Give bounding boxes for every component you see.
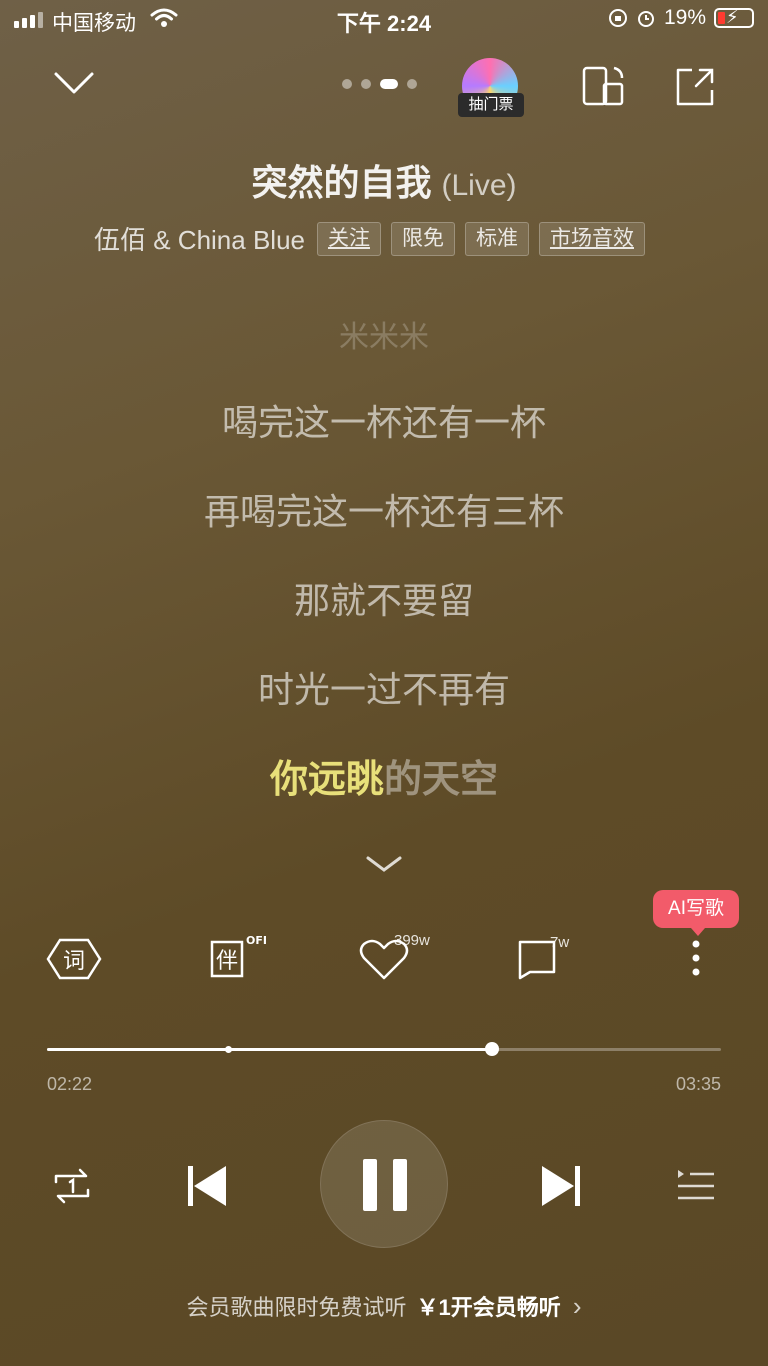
lyric-line[interactable]: 喝完这一杯还有一杯 [0, 394, 768, 446]
lyric-line-prev: 米米米 [339, 321, 429, 354]
like-button[interactable]: 399w [356, 932, 446, 986]
promo-cta[interactable]: ￥1开会员畅听 [416, 1295, 560, 1320]
lyrics-toggle-button[interactable]: 词 [44, 932, 104, 986]
ai-write-song-badge[interactable]: AI写歌 [653, 890, 739, 936]
more-button[interactable] [666, 932, 726, 986]
page-dot [361, 79, 371, 89]
vip-promo[interactable]: 会员歌曲限时免费试听 ￥1开会员畅听 › [0, 1290, 768, 1322]
progress-marker [225, 1046, 232, 1053]
pause-button[interactable] [320, 1120, 448, 1248]
next-icon[interactable] [534, 1158, 590, 1214]
ticket-badge[interactable]: 抽门票 [458, 93, 524, 117]
repeat-one-icon[interactable] [44, 1158, 100, 1214]
accompany-state: OFF [246, 934, 266, 947]
progress-fill [47, 1048, 492, 1051]
song-title: 突然的自我 (Live) [0, 154, 768, 206]
sound-effect-tag[interactable]: 市场音效 [538, 221, 645, 256]
share-icon[interactable] [670, 62, 720, 112]
song-version: (Live) [441, 169, 517, 202]
playlist-icon[interactable] [668, 1158, 724, 1214]
follow-tag[interactable]: 关注 [316, 221, 381, 256]
lyric-unsung: 的天空 [384, 759, 499, 801]
alarm-icon [637, 11, 654, 27]
accompany-icon: 伴 OFF [210, 934, 270, 978]
lyric-line[interactable]: 那就不要留 [0, 572, 768, 624]
song-title-text: 突然的自我 [251, 162, 432, 203]
status-bar: 中国移动 下午 2:24 19% ⚡ [0, 0, 768, 40]
lyrics-icon-label: 词 [63, 949, 85, 974]
collapse-chevron-icon[interactable] [52, 66, 96, 102]
progress-knob[interactable] [485, 1042, 499, 1056]
comment-count: 7w [550, 934, 570, 951]
accompany-button[interactable]: 伴 OFF [202, 932, 270, 986]
page-dot [407, 79, 417, 89]
lyric-sung: 你远眺 [269, 759, 384, 801]
promo-text: 会员歌曲限时免费试听 [186, 1295, 407, 1320]
battery-icon: ⚡ [714, 7, 754, 28]
page-indicator[interactable] [342, 79, 417, 89]
lyric-line-current[interactable]: 你远眺的天空 [0, 748, 768, 803]
pause-icon [363, 1159, 407, 1211]
promo-arrow-icon: › [572, 1291, 582, 1321]
page-dot [342, 79, 352, 89]
accompany-icon-label: 伴 [216, 949, 238, 974]
lyrics-expand-icon[interactable] [362, 850, 406, 878]
quality-tag[interactable]: 标准 [464, 221, 529, 256]
total-time: 03:35 [675, 1074, 721, 1094]
page-dot-active [380, 79, 398, 89]
more-vertical-icon [692, 940, 700, 976]
lyrics-hexagon-icon: 词 [46, 938, 102, 980]
song-meta: 伍佰 & China Blue 关注 限免 标准 市场音效 [94, 220, 645, 257]
free-tag: 限免 [390, 221, 455, 256]
lyric-line[interactable]: 再喝完这一杯还有三杯 [0, 483, 768, 535]
current-time: 02:22 [47, 1074, 93, 1094]
lyric-line[interactable]: 时光一过不再有 [0, 661, 768, 713]
rotation-lock-icon [608, 9, 627, 27]
comment-button[interactable]: 7w [514, 932, 584, 986]
battery-percent: 19% [663, 6, 706, 29]
like-count: 399w [394, 932, 430, 949]
status-right: 19% ⚡ [608, 6, 754, 30]
previous-icon[interactable] [178, 1158, 234, 1214]
device-switch-icon[interactable] [578, 62, 628, 112]
artist-name[interactable]: 伍佰 & China Blue [94, 220, 305, 257]
